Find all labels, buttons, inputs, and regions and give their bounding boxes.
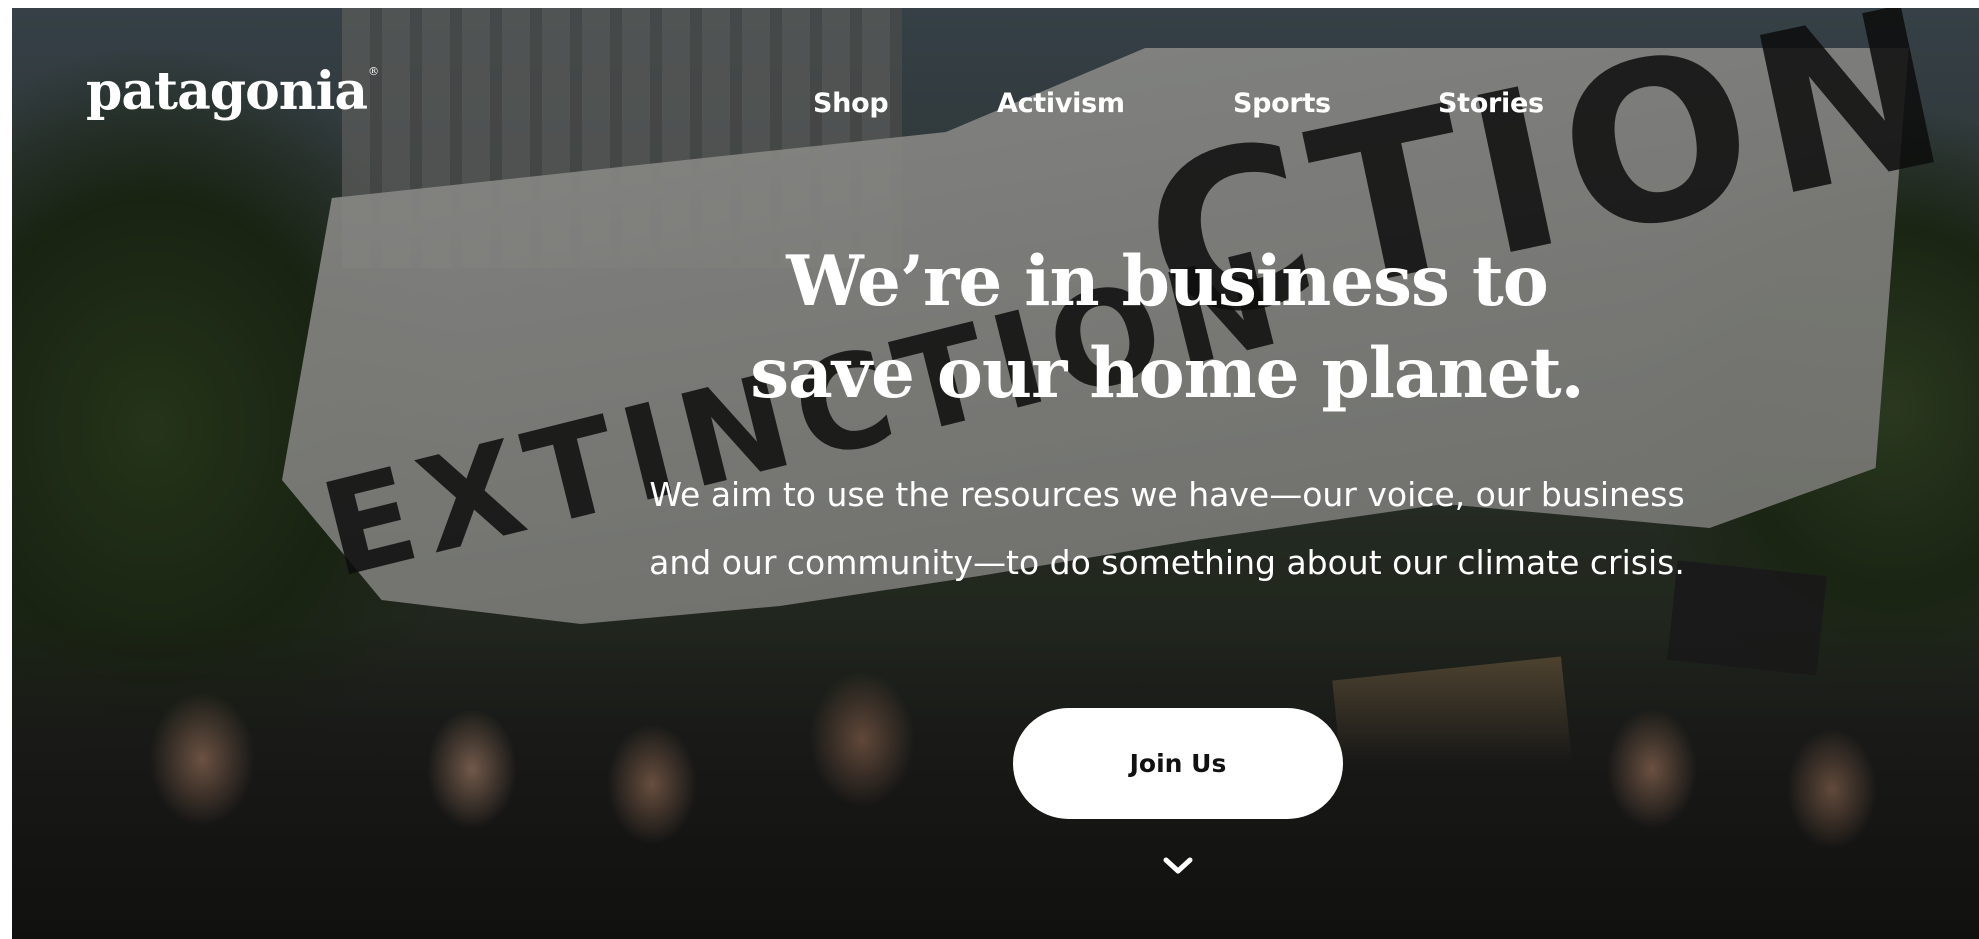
nav-item-shop[interactable]: Shop [813,88,889,119]
nav-item-sports[interactable]: Sports [1233,88,1331,119]
hero-subtext: We aim to use the resources we have—our … [649,475,1685,582]
hero-headline: We’re in business to save our home plane… [12,236,1979,420]
join-us-button[interactable]: Join Us [1013,708,1343,819]
nav-item-activism[interactable]: Activism [997,88,1125,119]
chevron-down-icon[interactable] [1160,854,1196,878]
nav-item-stories[interactable]: Stories [1438,88,1544,119]
hero-section: EXTINCTION CTION patagonia® Shop Activis… [12,8,1979,939]
hero-headline-line1: We’re in business to [786,241,1549,322]
main-nav: Shop Activism Sports Stories [12,88,1979,128]
hero-headline-line2: save our home planet. [750,333,1584,414]
logo-registered-mark: ® [368,65,379,78]
